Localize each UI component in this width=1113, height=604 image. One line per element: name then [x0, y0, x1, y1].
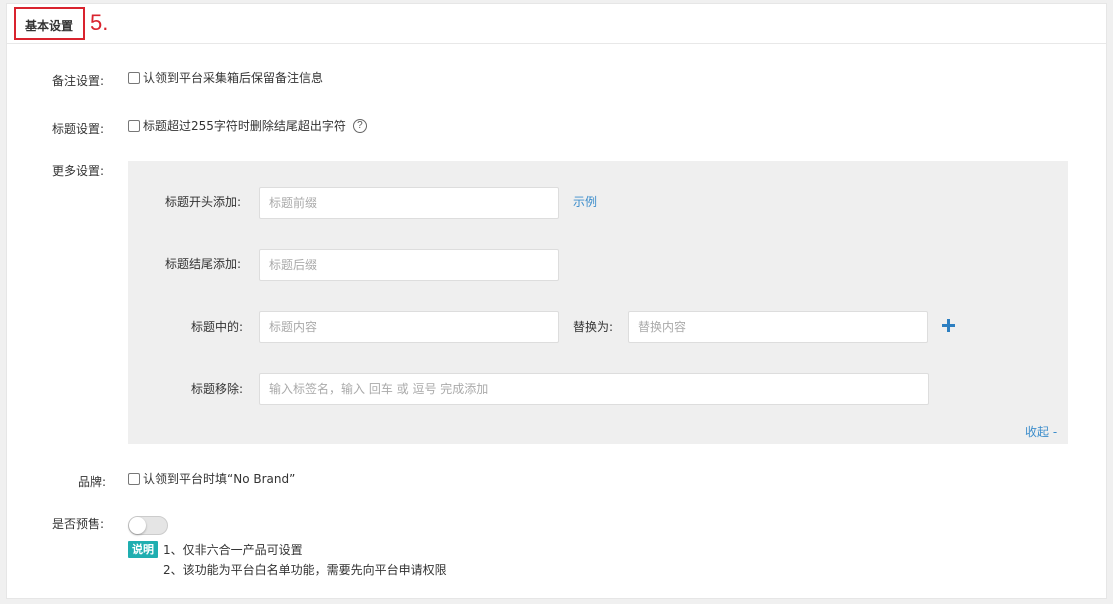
- title-setting-label: 标题设置:: [52, 122, 105, 136]
- basic-settings-card: 基本设置 5. 备注设置: 认领到平台采集箱后保留备注信息 标题设置: 标题超过…: [6, 3, 1107, 599]
- help-icon[interactable]: ?: [352, 118, 367, 133]
- collapse-link[interactable]: 收起 -: [1025, 423, 1057, 440]
- title-setting-checkbox-row[interactable]: 标题超过255字符时删除结尾超出字符 ?: [128, 117, 367, 134]
- title-content-input[interactable]: 标题内容: [259, 311, 559, 343]
- note-line-1: 1、仅非六合一产品可设置: [163, 543, 303, 557]
- toggle-knob: [129, 517, 146, 534]
- suffix-label: 标题结尾添加:: [165, 257, 242, 271]
- presale-toggle[interactable]: [128, 516, 168, 535]
- replace-source-label: 标题中的:: [191, 320, 244, 334]
- presale-label: 是否预售:: [52, 517, 105, 531]
- title-truncate-label: 标题超过255字符时删除结尾超出字符: [143, 119, 346, 133]
- plus-icon[interactable]: [942, 319, 955, 332]
- prefix-label: 标题开头添加:: [165, 195, 242, 209]
- title-truncate-checkbox[interactable]: [128, 119, 140, 132]
- brand-label: 品牌:: [78, 475, 107, 489]
- remove-label: 标题移除:: [191, 382, 244, 396]
- remark-checkbox-row[interactable]: 认领到平台采集箱后保留备注信息: [128, 69, 323, 86]
- remark-label: 备注设置:: [52, 74, 105, 88]
- note-badge: 说明: [128, 541, 158, 558]
- title-prefix-input[interactable]: 标题前缀: [259, 187, 559, 219]
- title-remove-tags-input[interactable]: 输入标签名，输入 回车 或 逗号 完成添加: [259, 373, 929, 405]
- remark-checkbox[interactable]: [128, 71, 140, 84]
- brand-checkbox-row[interactable]: 认领到平台时填“No Brand”: [128, 470, 295, 487]
- no-brand-label: 认领到平台时填“No Brand”: [143, 472, 296, 486]
- more-settings-label: 更多设置:: [52, 164, 105, 178]
- replace-content-input[interactable]: 替换内容: [628, 311, 928, 343]
- section-title: 基本设置: [25, 19, 74, 33]
- title-suffix-input[interactable]: 标题后缀: [259, 249, 559, 281]
- example-link[interactable]: 示例: [573, 193, 597, 210]
- remark-checkbox-label: 认领到平台采集箱后保留备注信息: [143, 71, 324, 85]
- title-highlight-box: 基本设置: [14, 7, 85, 40]
- no-brand-checkbox[interactable]: [128, 472, 140, 485]
- card-header: 基本设置 5.: [7, 4, 1106, 44]
- more-settings-panel: 标题开头添加: 标题前缀 示例 标题结尾添加: 标题后缀 标题中的: 标题内容 …: [128, 161, 1068, 444]
- step-annotation: 5.: [90, 10, 109, 35]
- replace-with-label: 替换为:: [573, 320, 614, 334]
- note-line-2: 2、该功能为平台白名单功能，需要先向平台申请权限: [163, 563, 447, 577]
